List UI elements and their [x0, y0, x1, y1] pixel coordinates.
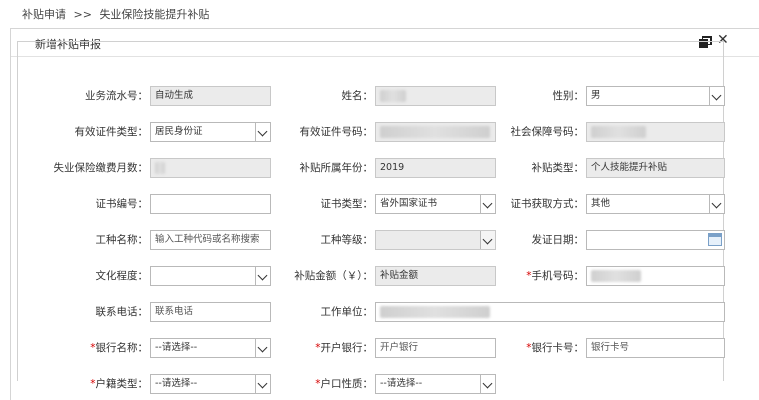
amount-field: 补贴金额	[375, 266, 496, 286]
cert-method-value: 其他	[591, 198, 611, 209]
id-type-select[interactable]: 居民身份证	[150, 122, 271, 142]
cert-method-select[interactable]: 其他	[586, 194, 725, 214]
issue-date-label: 发证日期：	[531, 234, 585, 246]
chevron-down-icon	[709, 87, 724, 105]
household-type-label: *户籍类型：	[40, 374, 148, 394]
breadcrumb: 补贴申请 >> 失业保险技能提升补贴	[0, 0, 759, 28]
breadcrumb-separator: >>	[73, 8, 92, 21]
cert-no-input[interactable]	[150, 194, 271, 214]
issue-date-input[interactable]	[586, 230, 725, 250]
bank-name-value: --请选择--	[155, 342, 198, 353]
gender-value: 男	[591, 90, 601, 101]
year-field: 2019	[375, 158, 496, 178]
job-level-select[interactable]	[375, 230, 496, 250]
household-nature-select[interactable]: --请选择--	[375, 374, 496, 394]
bank-branch-label-text: 开户银行：	[320, 342, 374, 354]
bank-branch-label: *开户银行：	[255, 338, 373, 358]
phone-label: 联系电话：	[95, 306, 149, 318]
phone-input[interactable]: 联系电话	[150, 302, 271, 322]
months-label: 失业保险缴费月数：	[53, 162, 149, 174]
mobile-label: *手机号码：	[480, 266, 584, 286]
bank-card-label-text: 银行卡号：	[531, 342, 585, 354]
cert-no-label: 证书编号：	[95, 198, 149, 210]
cert-type-select[interactable]: 省外国家证书	[375, 194, 496, 214]
chevron-down-icon	[709, 195, 724, 213]
household-nature-label: *户口性质：	[255, 374, 373, 394]
household-nature-label-text: 户口性质：	[320, 378, 374, 390]
household-type-value: --请选择--	[155, 378, 198, 389]
subsidy-type-field: 个人技能提升补贴	[586, 158, 725, 178]
bank-card-input[interactable]: 银行卡号	[586, 338, 725, 358]
job-name-label: 工种名称：	[95, 234, 149, 246]
calendar-icon[interactable]	[708, 233, 722, 246]
breadcrumb-root[interactable]: 补贴申请	[22, 8, 66, 21]
name-label: 姓名：	[341, 90, 374, 102]
business-no-label: 业务流水号：	[85, 90, 148, 102]
social-no-label: 社会保障号码：	[510, 126, 585, 138]
education-label: 文化程度：	[95, 270, 149, 282]
months-field	[150, 158, 271, 178]
id-number-field	[375, 122, 496, 142]
household-nature-value: --请选择--	[380, 378, 423, 389]
year-label: 补贴所属年份：	[299, 162, 374, 174]
bank-branch-input[interactable]: 开户银行	[375, 338, 496, 358]
name-field	[375, 86, 496, 106]
id-type-label: 有效证件类型：	[74, 126, 149, 138]
gender-label: 性别：	[552, 90, 585, 102]
work-unit-label: 工作单位：	[320, 306, 374, 318]
mobile-label-text: 手机号码：	[531, 270, 585, 282]
id-type-value: 居民身份证	[155, 126, 203, 137]
household-type-select[interactable]: --请选择--	[150, 374, 271, 394]
subsidy-type-label: 补贴类型：	[531, 162, 585, 174]
cert-type-value: 省外国家证书	[380, 198, 438, 209]
chevron-down-icon	[480, 375, 495, 393]
bank-card-label: *银行卡号：	[480, 338, 584, 358]
id-number-label: 有效证件号码：	[299, 126, 374, 138]
bank-name-label-text: 银行名称：	[95, 342, 149, 354]
household-type-label-text: 户籍类型：	[95, 378, 149, 390]
business-no-field: 自动生成	[150, 86, 271, 106]
bank-name-label: *银行名称：	[40, 338, 148, 358]
social-no-field	[586, 122, 725, 142]
work-unit-input[interactable]	[375, 302, 725, 322]
amount-label: 补贴金额（￥）：	[294, 270, 373, 282]
mobile-input[interactable]	[586, 266, 725, 286]
job-level-label: 工种等级：	[320, 234, 374, 246]
cert-method-label: 证书获取方式：	[510, 198, 585, 210]
cert-type-label: 证书类型：	[320, 198, 374, 210]
breadcrumb-current: 失业保险技能提升补贴	[99, 8, 210, 21]
bank-name-select[interactable]: --请选择--	[150, 338, 271, 358]
job-name-input[interactable]: 输入工种代码或名称搜索	[150, 230, 271, 250]
gender-select[interactable]: 男	[586, 86, 725, 106]
education-select[interactable]	[150, 266, 271, 286]
